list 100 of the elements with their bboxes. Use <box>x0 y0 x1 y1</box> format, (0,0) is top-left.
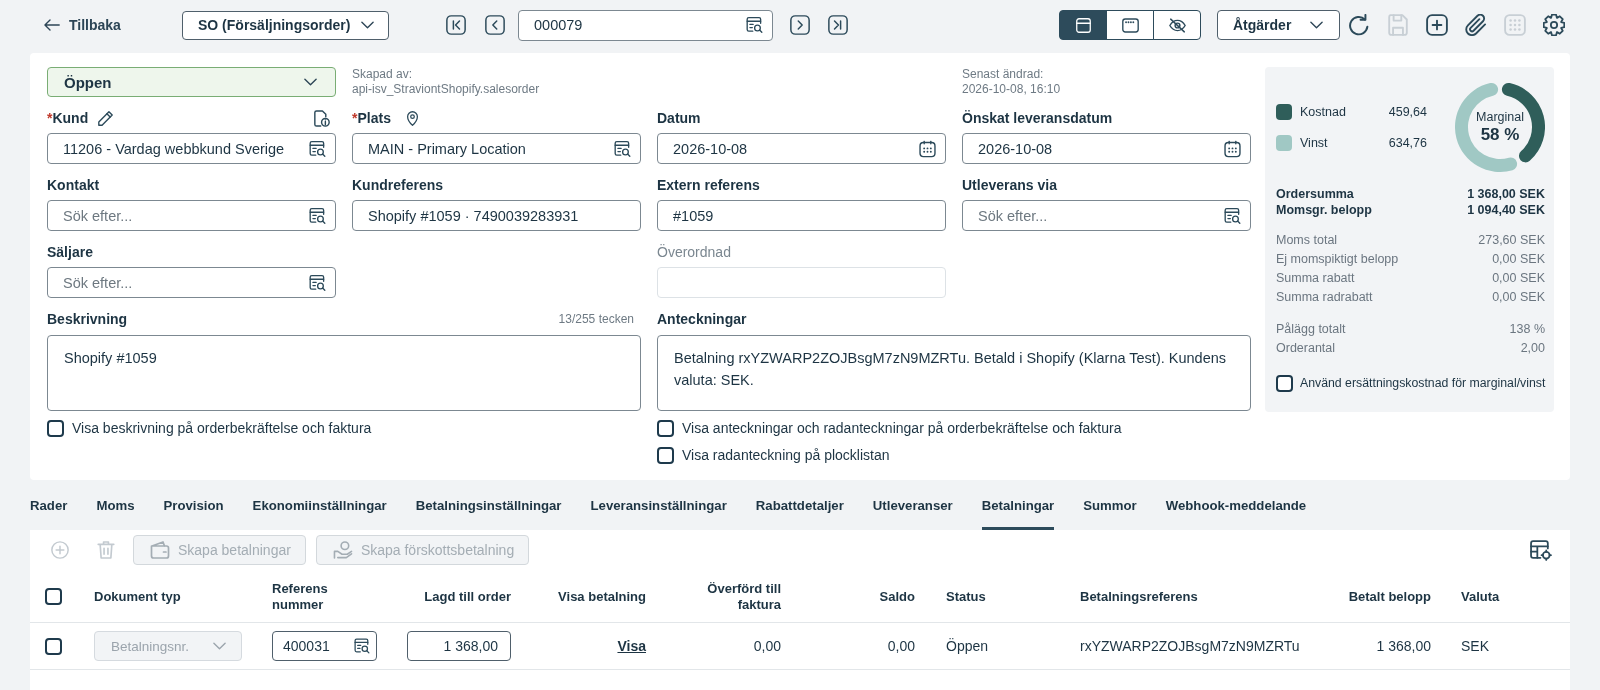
add-icon[interactable] <box>1426 14 1448 36</box>
back-link[interactable]: Tillbaka <box>44 17 121 33</box>
checkbox[interactable] <box>45 637 62 655</box>
column-header: Överförd till faktura <box>706 580 781 613</box>
text-field[interactable]: Shopify #1059 · 7490039283931 <box>352 200 641 231</box>
tab[interactable]: Ekonomiinställningar <box>252 493 387 530</box>
search-field[interactable]: 11206 - Vardag webbkund Sverige <box>47 133 336 164</box>
map-pin-icon[interactable] <box>404 110 420 126</box>
search-list-icon[interactable] <box>309 207 326 224</box>
character-counter: 13/255 tecken <box>558 312 634 326</box>
edit-icon[interactable] <box>98 110 114 126</box>
summary-label: Momsgr. belopp <box>1276 202 1372 218</box>
search-field[interactable]: MAIN - Primary Location <box>352 133 641 164</box>
table-cell: SEK <box>1461 638 1489 654</box>
actions-button[interactable]: Åtgärder <box>1217 10 1340 40</box>
arrow-left-icon <box>44 19 60 31</box>
chart-center-label: Marginal <box>1476 109 1524 125</box>
search-list-icon[interactable] <box>746 16 763 34</box>
contact-info-icon[interactable] <box>314 109 330 127</box>
tab[interactable]: Betalningsinställningar <box>415 493 562 530</box>
view-mode-button[interactable] <box>1059 10 1107 40</box>
search-field[interactable]: Sök efter... <box>47 267 336 298</box>
last-page-icon[interactable] <box>828 15 848 35</box>
legend-value: 459,64 <box>1388 104 1427 119</box>
summary-label: Orderantal <box>1276 340 1336 357</box>
amount-field[interactable]: 1 368,00 <box>407 631 511 661</box>
view-mode-button[interactable] <box>1106 10 1154 40</box>
search-list-icon[interactable] <box>1224 207 1241 224</box>
order-number-field[interactable]: 000079 <box>518 9 773 41</box>
checkbox[interactable] <box>45 588 62 605</box>
field-label: Kundreferens <box>352 177 444 193</box>
summary-label: Moms total <box>1276 232 1338 249</box>
field-label: Överordnad <box>657 244 731 260</box>
eye-off-icon <box>1168 17 1186 33</box>
caret-icon <box>213 642 226 650</box>
summary-label: Summa rabatt <box>1276 270 1355 287</box>
table-settings-icon[interactable] <box>1530 539 1552 561</box>
checkbox[interactable] <box>47 420 64 437</box>
wallet-icon <box>150 541 170 559</box>
previous-icon[interactable] <box>485 15 505 35</box>
paperclip-icon[interactable] <box>1465 14 1487 36</box>
summary-label: Ordersumma <box>1276 187 1354 203</box>
first-page-icon[interactable] <box>446 15 466 35</box>
column-header: Valuta <box>1461 588 1500 605</box>
search-list-icon[interactable] <box>309 140 326 157</box>
summary-value: 1 368,00 SEK <box>1467 187 1545 203</box>
tab[interactable]: Utleveranser <box>872 493 953 530</box>
next-icon[interactable] <box>790 15 810 35</box>
tab[interactable]: Rabattdetaljer <box>755 493 844 530</box>
summary-value: 2,00 <box>1520 340 1545 357</box>
tab[interactable]: Rader <box>30 493 68 530</box>
search-field[interactable]: Sök efter... <box>47 200 336 231</box>
text-area[interactable]: Betalning rxYZWARP2ZOJBsgM7zN9MZRTu. Betald i Shopify (Klarna Test). Kundens valuta: SEK. <box>657 335 1251 411</box>
refresh-icon[interactable] <box>1348 14 1370 36</box>
checkbox[interactable] <box>1276 375 1293 392</box>
tab[interactable]: Moms <box>96 493 135 530</box>
status-select[interactable]: Öppen <box>47 67 336 97</box>
view-mode-button[interactable] <box>1153 10 1201 40</box>
summary-value: 0,00 SEK <box>1492 289 1545 306</box>
date-field[interactable]: 2026-10-08 <box>962 133 1251 164</box>
field-label: Datum <box>657 110 701 126</box>
tab[interactable]: Summor <box>1083 493 1137 530</box>
legend-label: Vinst <box>1300 135 1328 150</box>
search-field[interactable]: Sök efter... <box>962 200 1251 231</box>
search-list-icon[interactable] <box>309 274 326 291</box>
column-header: Betalt belopp <box>1348 588 1431 605</box>
settings-icon[interactable] <box>1543 14 1565 36</box>
caret-icon <box>361 21 374 29</box>
caret-icon <box>304 78 317 86</box>
reference-field[interactable]: 400031 <box>272 631 377 661</box>
tab[interactable]: Leveransinställningar <box>590 493 727 530</box>
search-list-icon[interactable] <box>354 638 370 654</box>
summary-value: 273,60 SEK <box>1478 232 1545 249</box>
summary-value: 138 % <box>1509 321 1545 338</box>
checkbox[interactable] <box>657 420 674 437</box>
legend-value: 634,76 <box>1388 135 1427 150</box>
summary-label: Ej momspiktigt belopp <box>1276 251 1399 268</box>
panel-icon <box>1074 17 1092 33</box>
summary-value: 0,00 SEK <box>1492 270 1545 287</box>
calendar-icon[interactable] <box>1224 140 1241 157</box>
text-field[interactable]: #1059 <box>657 200 946 231</box>
field-label: Önskat leveransdatum <box>962 110 1113 126</box>
column-header: Visa betalning <box>558 588 646 605</box>
checkbox-label: Använd ersättningskostnad för marginal/vinst <box>1300 375 1546 392</box>
tab[interactable]: Provision <box>163 493 224 530</box>
chart-center-value: 58 % <box>1480 124 1520 145</box>
view-payment-link[interactable]: Visa <box>617 638 646 654</box>
caret-icon <box>1310 21 1323 29</box>
table-cell: 0,00 <box>887 638 915 654</box>
search-list-icon[interactable] <box>614 140 631 157</box>
column-header: Lagd till order <box>424 588 511 605</box>
tab[interactable]: Webhook-meddelande <box>1165 493 1307 530</box>
text-area[interactable]: Shopify #1059 <box>47 335 641 411</box>
field-label: Säljare <box>47 244 93 260</box>
field-label: Utleverans via <box>962 177 1057 193</box>
calendar-icon[interactable] <box>919 140 936 157</box>
date-field[interactable]: 2026-10-08 <box>657 133 946 164</box>
checkbox[interactable] <box>657 447 674 464</box>
meta-value: api-isv_StraviontShopify.salesorder <box>352 82 540 97</box>
document-type-select[interactable]: SO (Försäljningsorder) <box>182 10 389 40</box>
